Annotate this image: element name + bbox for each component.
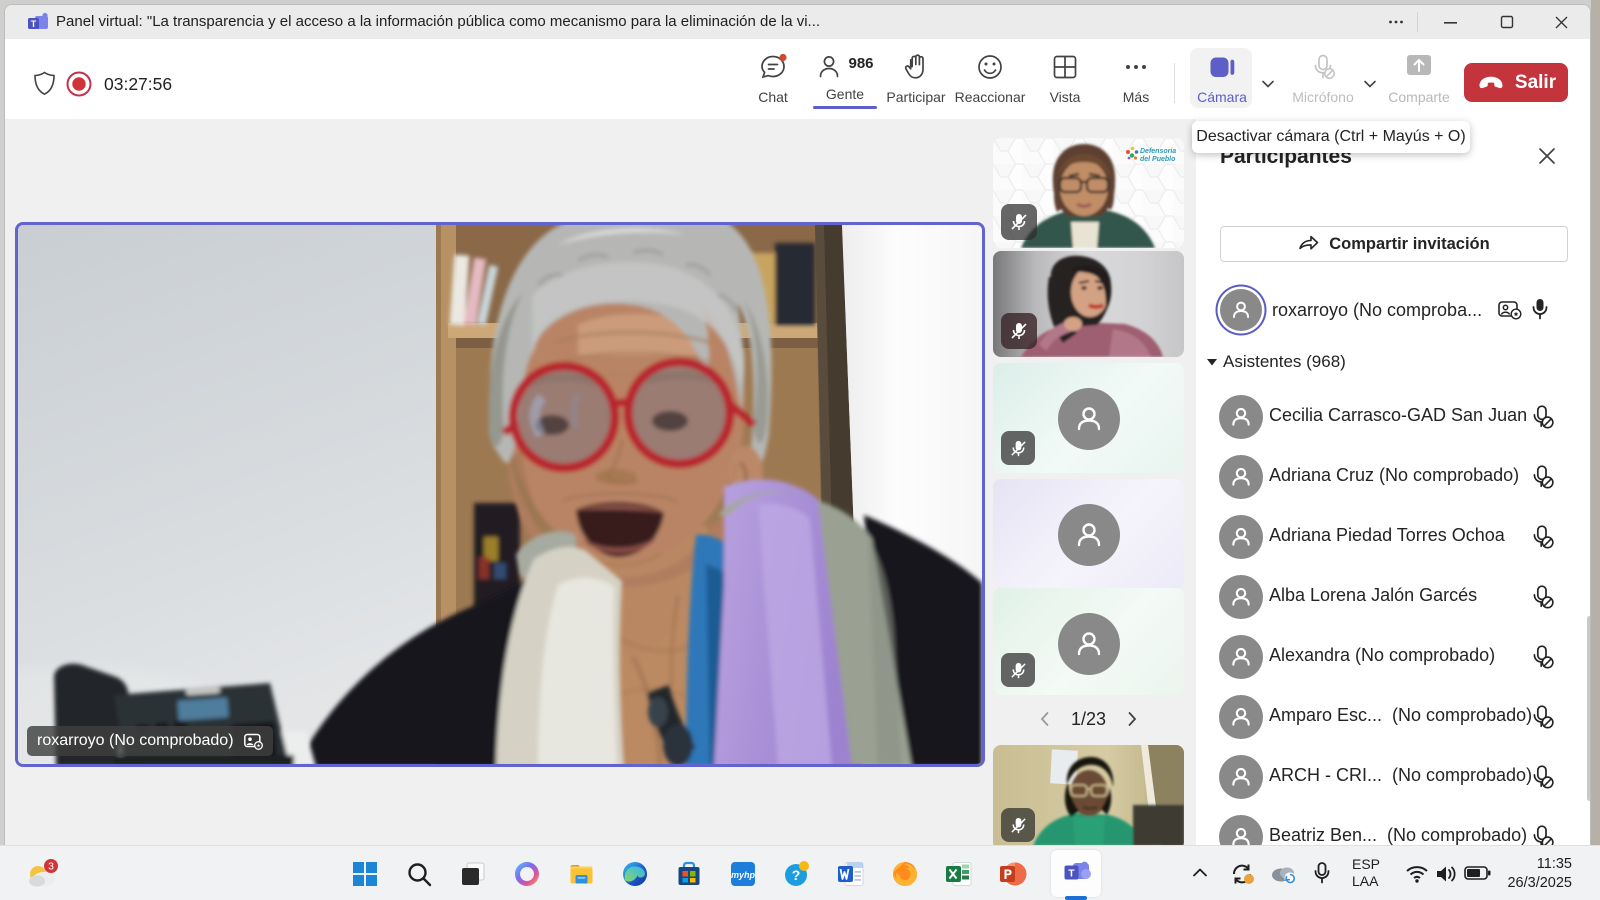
- svg-text:Defensoria: Defensoria: [1140, 148, 1176, 155]
- svg-text:3: 3: [48, 861, 54, 873]
- svg-text:T: T: [1068, 868, 1075, 880]
- svg-text:T: T: [31, 19, 37, 29]
- svg-text:?: ?: [792, 867, 801, 883]
- svg-text:del Pueblo: del Pueblo: [1140, 156, 1176, 163]
- svg-text:myhp: myhp: [731, 870, 756, 880]
